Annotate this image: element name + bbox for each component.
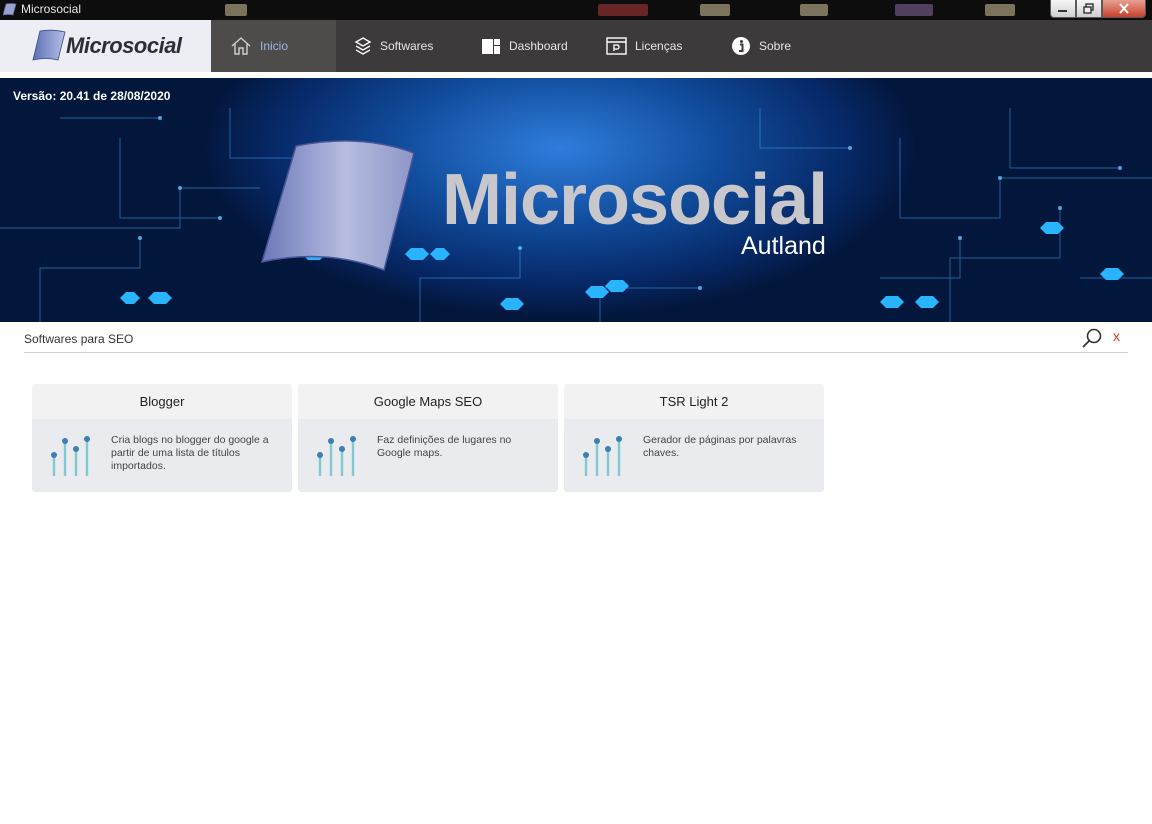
close-icon	[1119, 3, 1129, 14]
restore-icon	[1083, 3, 1094, 14]
chart-icon	[51, 436, 90, 476]
nav-item-licencas[interactable]: Licenças	[606, 20, 682, 72]
card-description: Gerador de páginas por palavras chaves.	[643, 434, 797, 459]
info-icon	[732, 37, 750, 55]
clear-search-button[interactable]: x	[1113, 328, 1120, 344]
card-title: TSR Light 2	[564, 384, 824, 419]
search-icon[interactable]	[1081, 327, 1103, 349]
close-button[interactable]	[1102, 0, 1146, 18]
banner-subtitle: Autland	[741, 232, 826, 260]
chart-icon	[317, 436, 356, 476]
nav-item-inicio[interactable]: Inicio	[211, 20, 336, 72]
window-title: Microsocial	[21, 2, 82, 16]
banner-title: Microsocial	[442, 160, 828, 240]
category-title: Softwares para SEO	[24, 332, 134, 346]
category-header: Softwares para SEO x	[24, 322, 1128, 353]
main-nav: Microsocial Inicio Softwares Dashboard L…	[0, 20, 1152, 72]
minimize-icon	[1058, 9, 1067, 12]
card-description: Cria blogs no blogger do google a partir…	[111, 434, 269, 472]
nav-label: Dashboard	[509, 39, 568, 53]
app-icon	[3, 3, 17, 16]
dashboard-icon	[482, 39, 500, 54]
titlebar-decoration	[895, 4, 933, 16]
titlebar-decoration	[985, 4, 1015, 16]
layers-icon	[354, 37, 372, 55]
maximize-button[interactable]	[1076, 0, 1102, 18]
banner-logo-mark	[260, 140, 415, 271]
nav-item-sobre[interactable]: Sobre	[731, 20, 791, 72]
nav-label: Inicio	[260, 39, 289, 53]
nav-label: Sobre	[759, 39, 792, 53]
card-title: Google Maps SEO	[298, 384, 558, 419]
logo-mark-icon	[32, 29, 66, 61]
card-title: Blogger	[32, 384, 292, 419]
nav-item-softwares[interactable]: Softwares	[354, 20, 433, 72]
software-card-blogger[interactable]: Blogger Cria blogs no blogger do google …	[32, 384, 292, 492]
version-label: Versão: 20.41 de 28/08/2020	[13, 89, 171, 103]
app-logo[interactable]: Microsocial	[0, 20, 211, 72]
title-bar: Microsocial	[0, 0, 1152, 20]
home-icon	[231, 37, 251, 55]
chart-icon	[583, 436, 622, 476]
software-card-google-maps-seo[interactable]: Google Maps SEO Faz definições de lugare…	[298, 384, 558, 492]
window-controls	[1050, 0, 1146, 18]
hero-banner: Versão: 20.41 de 28/08/2020 Microsocial …	[0, 78, 1152, 322]
titlebar-decoration	[225, 4, 247, 16]
titlebar-decoration	[700, 4, 730, 16]
license-icon	[606, 37, 627, 55]
minimize-button[interactable]	[1050, 0, 1076, 18]
software-card-tsr-light-2[interactable]: TSR Light 2 Gerador de páginas por palav…	[564, 384, 824, 492]
titlebar-decoration	[800, 4, 828, 16]
nav-label: Softwares	[380, 39, 434, 53]
nav-label: Licenças	[635, 39, 683, 53]
titlebar-decoration	[598, 4, 648, 16]
logo-text: Microsocial	[66, 33, 182, 58]
card-description: Faz definições de lugares no Google maps…	[377, 434, 512, 459]
nav-item-dashboard[interactable]: Dashboard	[481, 20, 568, 72]
